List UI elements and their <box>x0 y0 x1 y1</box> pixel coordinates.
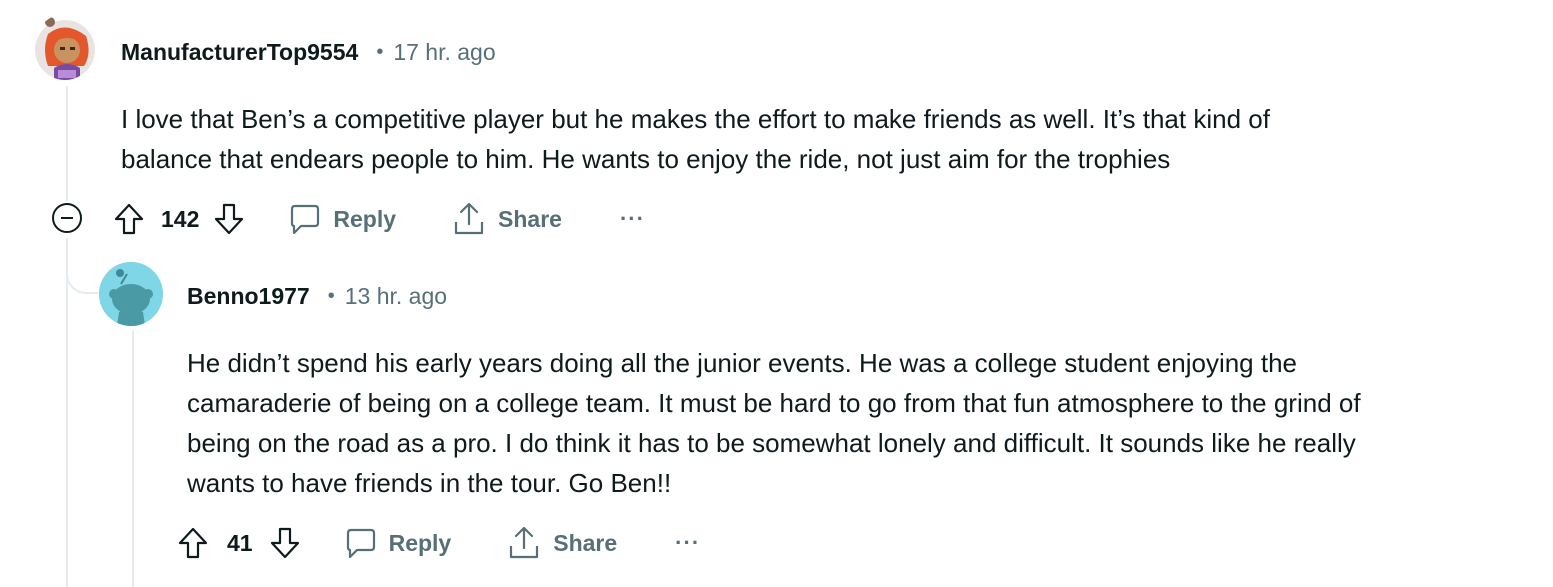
comment-body: I love that Ben’s a competitive player b… <box>121 99 1270 179</box>
snoo-default-avatar-icon <box>99 262 163 326</box>
comment-meta: Benno1977 • 13 hr. ago <box>187 280 447 312</box>
upvote-arrow-icon[interactable] <box>113 202 145 236</box>
vote-count: 41 <box>227 529 253 556</box>
comment-body: He didn’t spend his early years doing al… <box>187 343 1361 503</box>
reply-button[interactable]: Reply <box>345 526 452 560</box>
more-options-button[interactable]: ··· <box>620 206 645 232</box>
thread-branch-connector <box>66 238 98 294</box>
comment-body-line: being on the road as a pro. I do think i… <box>187 428 1356 458</box>
username[interactable]: Benno1977 <box>187 283 310 310</box>
comment-actions: 41 Reply Share ··· <box>177 523 700 563</box>
collapse-minus-icon[interactable] <box>51 202 83 234</box>
share-label: Share <box>553 529 618 556</box>
share-button[interactable]: Share <box>507 526 617 560</box>
vote-count: 142 <box>161 205 200 232</box>
comment-body-line: camaraderie of being on a college team. … <box>187 388 1361 418</box>
share-label: Share <box>498 205 562 232</box>
comment-meta: ManufacturerTop9554 • 17 hr. ago <box>121 36 496 68</box>
downvote-arrow-icon[interactable] <box>213 202 245 236</box>
comment-bubble-icon <box>345 526 377 560</box>
comment-body-line: He didn’t spend his early years doing al… <box>187 348 1298 378</box>
share-icon <box>507 526 541 560</box>
username[interactable]: ManufacturerTop9554 <box>121 39 358 66</box>
timestamp[interactable]: 17 hr. ago <box>393 39 495 66</box>
thread-line-primary-lower[interactable] <box>66 238 68 587</box>
reply-label: Reply <box>388 529 452 556</box>
meta-separator: • <box>376 40 384 63</box>
more-options-button[interactable]: ··· <box>675 530 700 556</box>
timestamp[interactable]: 13 hr. ago <box>345 283 447 310</box>
avatar[interactable] <box>34 14 96 80</box>
orange-haired-avatar-icon <box>35 17 95 80</box>
reply-label: Reply <box>333 205 397 232</box>
share-icon <box>452 202 486 236</box>
avatar[interactable] <box>99 262 163 326</box>
share-button[interactable]: Share <box>452 202 562 236</box>
upvote-arrow-icon[interactable] <box>177 526 209 560</box>
comment-body-line: I love that Ben’s a competitive player b… <box>121 104 1270 134</box>
thread-line-primary[interactable] <box>66 86 68 201</box>
comment-actions: 142 Reply Share ··· <box>113 199 645 239</box>
comment-body-line: wants to have friends in the tour. Go Be… <box>187 468 672 498</box>
meta-separator: • <box>327 284 335 307</box>
reply-button[interactable]: Reply <box>289 202 396 236</box>
comment-bubble-icon <box>289 202 321 236</box>
downvote-arrow-icon[interactable] <box>269 526 301 560</box>
comment-body-line: balance that endears people to him. He w… <box>121 144 1171 174</box>
thread-line-reply[interactable] <box>132 330 134 587</box>
